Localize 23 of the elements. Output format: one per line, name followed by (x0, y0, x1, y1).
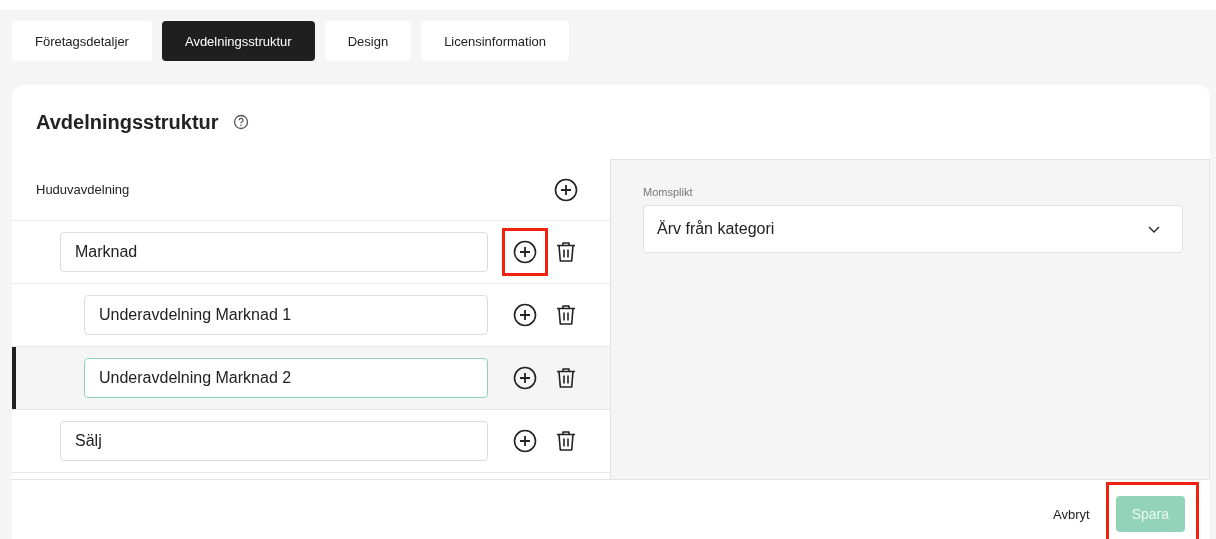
trash-icon[interactable] (554, 240, 578, 264)
department-name-field[interactable]: Sälj (60, 421, 488, 461)
vat-dropdown[interactable]: Ärv från kategori (643, 205, 1183, 253)
department-name-field[interactable]: Marknad (60, 232, 488, 272)
add-icon[interactable] (513, 366, 537, 390)
tree-root-label: Huduvavdelning (36, 182, 131, 197)
trash-icon[interactable] (554, 366, 578, 390)
tab[interactable]: Design (324, 21, 412, 61)
field-label: Momsplikt (643, 186, 694, 198)
department-name-field[interactable]: Underavdelning Marknad 1 (84, 295, 488, 335)
trash-icon[interactable] (554, 303, 578, 327)
tab[interactable]: Avdelningsstruktur (161, 21, 315, 61)
add-icon[interactable] (513, 303, 537, 327)
help-icon[interactable] (232, 114, 249, 130)
cancel-button[interactable]: Avbryt (1053, 506, 1090, 522)
department-name-field[interactable]: Underavdelning Marknad 2 (84, 358, 488, 398)
add-icon[interactable] (513, 240, 537, 264)
trash-icon[interactable] (554, 429, 578, 453)
tab[interactable]: Företagsdetaljer (12, 21, 152, 61)
add-icon[interactable] (513, 429, 537, 453)
tab[interactable]: Licensinformation (421, 21, 570, 61)
add-icon[interactable] (554, 177, 578, 202)
section-title: Avdelningsstruktur (36, 110, 219, 134)
